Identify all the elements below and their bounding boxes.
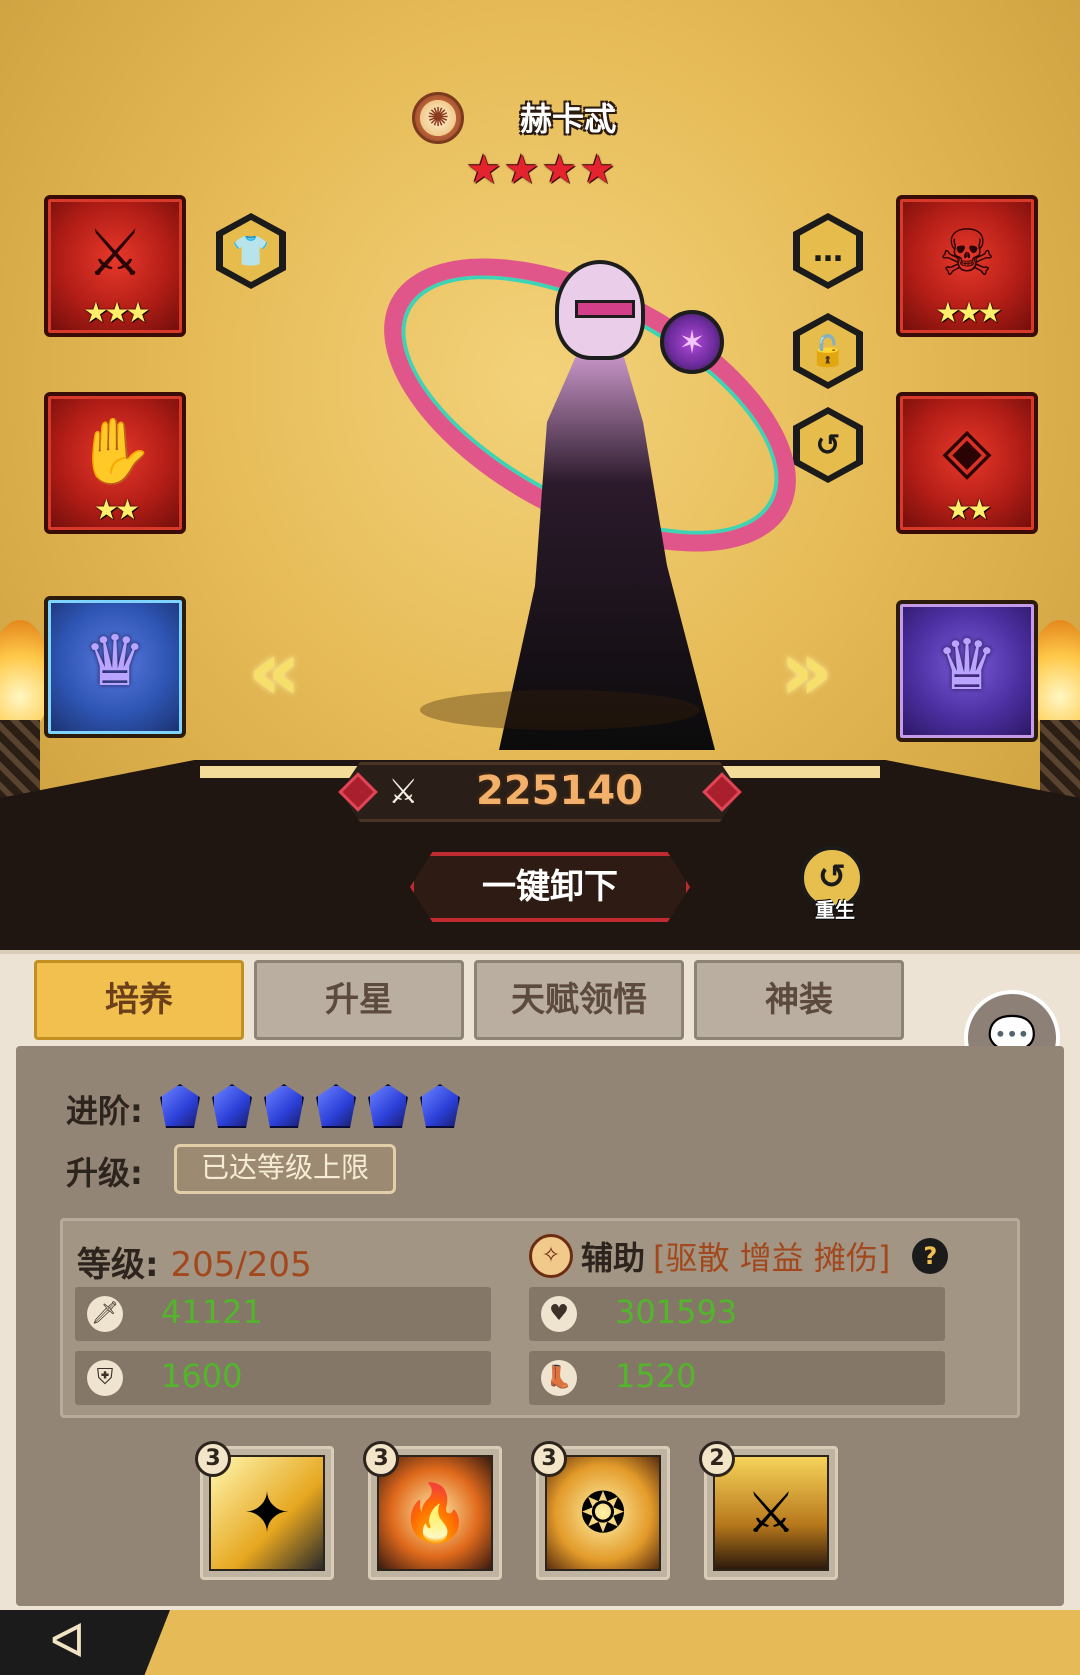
hero-visor <box>575 300 635 318</box>
equip-stars: ★★ <box>945 493 992 526</box>
skill-level: 3 <box>531 1441 567 1477</box>
rebirth-label: 重生 <box>815 898 855 922</box>
hero-stage: ✺ 赫卡忒 ★ ★ ★ ★ ⚔ ★★★ ✋ ★★ ♛ ☠ ★★★ ◈ ★★ ♛ … <box>0 0 1080 950</box>
advance-gems <box>160 1084 460 1128</box>
equip-slot-helmet[interactable]: ☠ ★★★ <box>896 195 1038 337</box>
equip-stars: ★★★ <box>935 296 1002 329</box>
skill-slot[interactable]: 🔥 3 <box>363 1441 502 1580</box>
gem-icon <box>212 1084 252 1128</box>
flame-orb-icon: 🔥 <box>377 1455 493 1571</box>
winged-crest-icon: ❂ <box>545 1455 661 1571</box>
boot-icon: 👢 <box>541 1360 577 1396</box>
hero-figure <box>337 197 843 750</box>
gem-icon <box>368 1084 408 1128</box>
sword-guardian-icon: ⚔ <box>713 1455 829 1571</box>
hero-panel: 培养 升星 天赋领悟 神装 💬 进阶: 升级: 已达等级上限 等级: 205/2… <box>0 950 1080 1675</box>
role-name: 辅助 <box>581 1239 646 1277</box>
combat-power: 225140 <box>476 768 643 814</box>
stat-speed: 👢 1520 <box>529 1351 945 1405</box>
armor-icon: ◈ <box>942 414 992 488</box>
role-row: ✧ 辅助 [驱散 增益 摊伤] ? <box>529 1233 949 1279</box>
shirt-icon: 👕 <box>223 220 279 282</box>
tab-star-up[interactable]: 升星 <box>254 960 464 1040</box>
faction-swirl-icon[interactable]: ✺ <box>412 92 464 144</box>
skill-level: 3 <box>363 1441 399 1477</box>
shield-icon: ⛨ <box>87 1360 123 1396</box>
hero-stars: ★ ★ ★ ★ <box>466 150 615 190</box>
crown-icon: ♛ <box>83 620 147 702</box>
outfit-button[interactable]: 👕 <box>216 213 286 289</box>
gem-icon <box>316 1084 356 1128</box>
advance-label: 进阶: <box>66 1092 143 1130</box>
gem-icon <box>264 1084 304 1128</box>
train-content: 进阶: 升级: 已达等级上限 等级: 205/205 ✧ 辅助 [驱散 增益 摊… <box>16 1046 1064 1606</box>
skill-level: 3 <box>195 1441 231 1477</box>
skill-level: 2 <box>699 1441 735 1477</box>
artifact-slot-left[interactable]: ♛ <box>44 596 186 738</box>
hero-name: 赫卡忒 <box>520 100 617 138</box>
artifact-slot-right[interactable]: ♛ <box>896 600 1038 742</box>
skill-slot[interactable]: ⚔ 2 <box>699 1441 838 1580</box>
star-icon: ★ <box>541 147 578 193</box>
gem-icon <box>420 1084 460 1128</box>
crossed-swords-icon: ⚔ <box>388 772 419 812</box>
gem-icon <box>160 1084 200 1128</box>
stat-hp: ♥ 301593 <box>529 1287 945 1341</box>
skill-slot[interactable]: ❂ 3 <box>531 1441 670 1580</box>
skill-slot[interactable]: ✦ 3 <box>195 1441 334 1580</box>
help-icon[interactable]: ? <box>912 1238 949 1274</box>
stats-box: 等级: 205/205 ✧ 辅助 [驱散 增益 摊伤] ? 🗡 41121 ♥ … <box>60 1218 1020 1418</box>
hp-value: 301593 <box>615 1293 738 1331</box>
prev-hero-button[interactable]: « <box>248 624 301 719</box>
gloves-icon: ✋ <box>75 415 155 489</box>
tab-train[interactable]: 培养 <box>34 960 244 1040</box>
equip-stars: ★★★ <box>83 296 150 329</box>
star-icon: ★ <box>466 147 502 193</box>
rebirth-button[interactable]: ↺ 重生 <box>800 846 870 922</box>
back-button[interactable]: ᐊ <box>0 1610 170 1675</box>
equip-slot-armor[interactable]: ◈ ★★ <box>896 392 1038 534</box>
star-icon: ★ <box>579 147 616 193</box>
weapon-icon: ⚔ <box>86 217 144 291</box>
stat-attack: 🗡 41121 <box>75 1287 491 1341</box>
max-level-badge: 已达等级上限 <box>174 1144 396 1194</box>
defense-value: 1600 <box>161 1357 243 1395</box>
tab-talent[interactable]: 天赋领悟 <box>474 960 684 1040</box>
role-tags: [驱散 增益 摊伤] <box>653 1239 891 1277</box>
attack-icon: 🗡 <box>87 1296 123 1332</box>
equip-slot-weapon[interactable]: ⚔ ★★★ <box>44 195 186 337</box>
skill-list: ✦ 3 🔥 3 ❂ 3 ⚔ 2 <box>195 1441 838 1580</box>
magic-orb-icon: ✶ <box>660 310 724 374</box>
equip-slot-gloves[interactable]: ✋ ★★ <box>44 392 186 534</box>
speed-value: 1520 <box>615 1357 697 1395</box>
attack-value: 41121 <box>161 1293 263 1331</box>
upgrade-label: 升级: <box>66 1154 143 1192</box>
equip-stars: ★★ <box>93 493 140 526</box>
helmet-icon: ☠ <box>938 217 996 291</box>
light-strike-icon: ✦ <box>209 1455 325 1571</box>
stat-defense: ⛨ 1600 <box>75 1351 491 1405</box>
star-icon: ★ <box>503 147 540 193</box>
support-role-icon: ✧ <box>529 1234 573 1278</box>
level-value: 205/205 <box>170 1245 312 1285</box>
panel-tabs: 培养 升星 天赋领悟 神装 <box>34 960 904 1040</box>
crown-icon: ♛ <box>935 624 999 706</box>
level-label: 等级: <box>77 1245 159 1285</box>
level-row: 等级: 205/205 <box>77 1237 312 1286</box>
tab-divine-gear[interactable]: 神装 <box>694 960 904 1040</box>
heart-icon: ♥ <box>541 1296 577 1332</box>
next-hero-button[interactable]: » <box>780 624 833 719</box>
unequip-all-button[interactable]: 一键卸下 <box>410 852 690 922</box>
